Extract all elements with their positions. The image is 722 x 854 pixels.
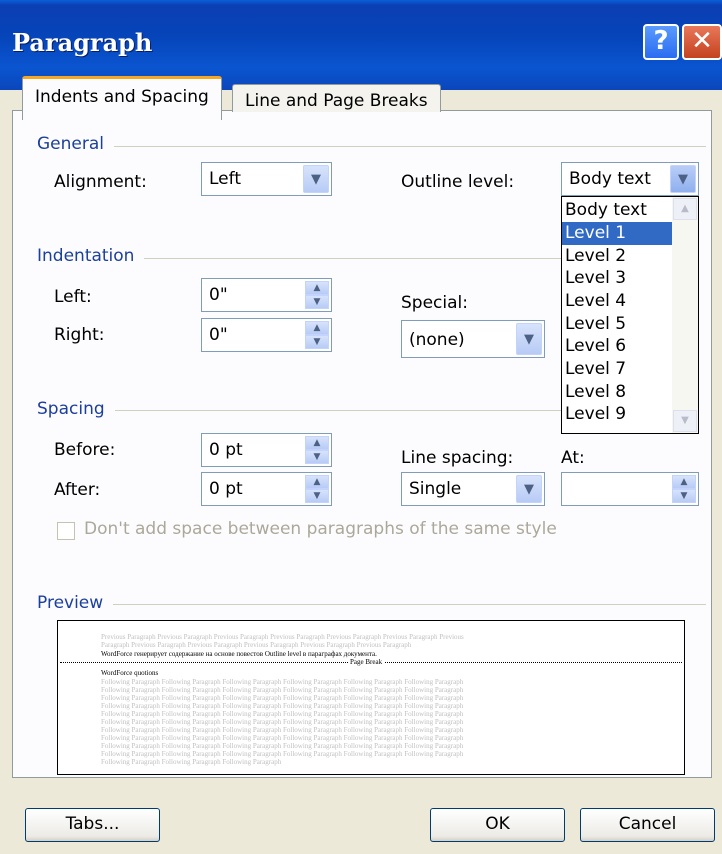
line-spacing-label: Line spacing: [401,448,514,468]
tab-label: Line and Page Breaks [245,91,428,111]
tabs-button[interactable]: Tabs... [25,808,160,842]
left-indent-value: 0" [209,285,228,305]
preview-box: Previous Paragraph Previous Paragraph Pr… [57,620,685,775]
spacing-divider [40,410,561,411]
preview-next-line: Following Paragraph Following Paragraph … [101,678,464,686]
outline-option[interactable]: Level 6 [562,335,672,358]
preview-next-line: Following Paragraph Following Paragraph … [101,726,464,734]
preview-next-line: Following Paragraph Following Paragraph … [101,710,464,718]
ok-button[interactable]: OK [430,808,565,842]
spin-down-icon[interactable]: ▼ [305,489,329,503]
page-break-label: Page Break [348,658,385,666]
alignment-combo[interactable]: Left ▼ [201,162,332,196]
at-label: At: [561,448,585,468]
after-spinner[interactable]: 0 pt ▲ ▼ [201,472,332,506]
before-value: 0 pt [209,440,243,460]
preview-last-line: Following Paragraph Following Paragraph … [101,758,282,766]
spin-up-icon[interactable]: ▲ [672,475,696,489]
right-indent-value: 0" [209,325,228,345]
chevron-down-icon[interactable]: ▼ [303,165,329,193]
scroll-down-icon[interactable]: ▼ [673,410,697,432]
help-icon: ? [653,26,669,56]
chevron-down-icon[interactable]: ▼ [516,323,542,355]
dropdown-scrollbar[interactable]: ▲ ▼ [672,197,698,433]
close-icon: ✕ [691,26,713,56]
preview-next-line: Following Paragraph Following Paragraph … [101,694,464,702]
preview-prev-line: Previous Paragraph Previous Paragraph Pr… [101,633,464,641]
spin-up-icon[interactable]: ▲ [305,475,329,489]
right-indent-label: Right: [54,325,105,345]
outline-level-label: Outline level: [401,172,515,192]
special-label: Special: [401,293,468,313]
spacing-heading: Spacing [37,399,115,419]
after-label: After: [54,480,101,500]
outline-option[interactable]: Body text [562,199,672,222]
right-indent-spinner[interactable]: 0" ▲ ▼ [201,318,332,352]
window-title: Paragraph [12,28,153,57]
spin-down-icon[interactable]: ▼ [305,335,329,349]
spin-down-icon[interactable]: ▼ [305,295,329,309]
alignment-value: Left [209,169,241,189]
at-spinner[interactable]: ▲ ▼ [561,472,699,506]
left-indent-label: Left: [54,287,92,307]
chevron-down-icon[interactable]: ▼ [670,165,696,193]
preview-prev-line: Paragraph Previous Paragraph Previous Pa… [101,641,412,649]
outline-option[interactable]: Level 8 [562,381,672,404]
before-label: Before: [54,440,116,460]
preview-heading: Preview [37,593,114,613]
spin-up-icon[interactable]: ▲ [305,321,329,335]
preview-next-line: Following Paragraph Following Paragraph … [101,686,464,694]
tab-label: Indents and Spacing [35,87,209,107]
outline-level-combo[interactable]: Body text ▼ [561,162,699,196]
scroll-up-icon[interactable]: ▲ [673,198,697,220]
no-space-checkbox[interactable] [57,522,75,540]
preview-next-line: Following Paragraph Following Paragraph … [101,742,464,750]
special-value: (none) [409,330,465,350]
indentation-heading: Indentation [37,246,145,266]
line-spacing-combo[interactable]: Single ▼ [401,472,545,506]
outline-level-dropdown-list[interactable]: Body text Level 1 Level 2 Level 3 Level … [561,196,699,434]
outline-option[interactable]: Level 7 [562,358,672,381]
spin-up-icon[interactable]: ▲ [305,281,329,295]
preview-next-line: Following Paragraph Following Paragraph … [101,718,464,726]
after-value: 0 pt [209,479,243,499]
outline-option[interactable]: Level 4 [562,290,672,313]
chevron-down-icon[interactable]: ▼ [516,475,542,503]
special-combo[interactable]: (none) ▼ [401,320,545,358]
outline-option[interactable]: Level 9 [562,403,672,426]
alignment-label: Alignment: [54,172,147,192]
preview-next-line: Following Paragraph Following Paragraph … [101,750,464,758]
outline-option[interactable]: Level 5 [562,313,672,336]
spin-down-icon[interactable]: ▼ [305,450,329,464]
general-divider [40,146,706,147]
before-spinner[interactable]: 0 pt ▲ ▼ [201,433,332,467]
preview-next-line: Following Paragraph Following Paragraph … [101,734,464,742]
left-indent-spinner[interactable]: 0" ▲ ▼ [201,278,332,312]
outline-option[interactable]: Level 2 [562,245,672,268]
outline-option[interactable]: Level 3 [562,267,672,290]
close-button[interactable]: ✕ [682,24,722,60]
outline-option-selected[interactable]: Level 1 [562,222,672,245]
no-space-label: Don't add space between paragraphs of th… [84,519,557,539]
general-heading: General [37,134,114,154]
preview-current-line: WordForce генерирует содержание на основ… [101,650,377,658]
preview-next-first: WordForce quotions [101,669,159,677]
spin-up-icon[interactable]: ▲ [305,436,329,450]
line-spacing-value: Single [409,479,462,499]
tab-indents-and-spacing[interactable]: Indents and Spacing [22,76,222,120]
preview-divider [40,604,706,605]
spin-down-icon[interactable]: ▼ [672,489,696,503]
cancel-button[interactable]: Cancel [580,808,715,842]
outline-level-value: Body text [569,169,651,189]
tab-line-and-page-breaks[interactable]: Line and Page Breaks [232,84,441,112]
preview-next-line: Following Paragraph Following Paragraph … [101,702,464,710]
help-button[interactable]: ? [643,24,679,60]
